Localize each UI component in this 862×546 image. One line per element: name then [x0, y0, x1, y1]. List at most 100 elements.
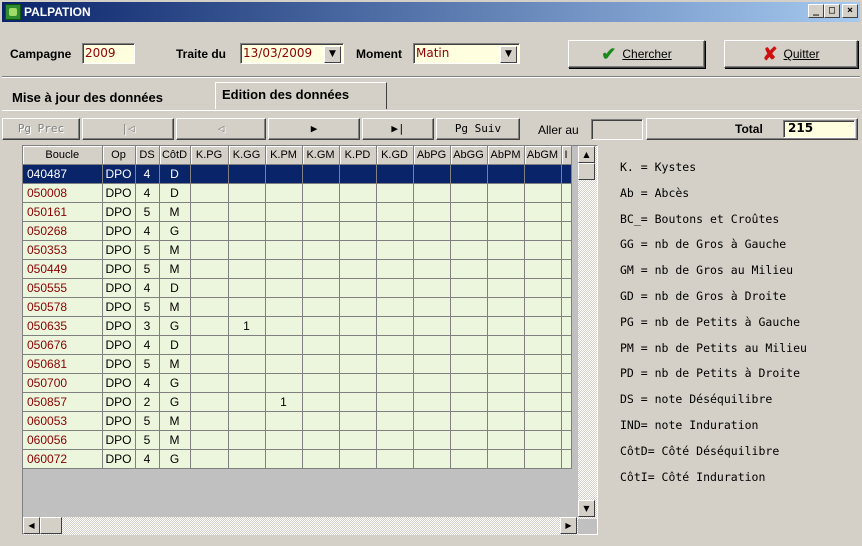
table-cell[interactable]: DPO	[102, 278, 136, 298]
table-cell[interactable]: G	[159, 449, 191, 469]
table-cell[interactable]	[228, 449, 266, 469]
column-header[interactable]: AbGM	[524, 146, 562, 165]
table-cell[interactable]	[450, 221, 488, 241]
table-cell[interactable]	[413, 316, 451, 336]
table-cell[interactable]: 5	[135, 259, 160, 279]
table-cell[interactable]: DPO	[102, 221, 136, 241]
table-cell[interactable]	[339, 373, 377, 393]
table-row[interactable]: 050676 DPO 4 D	[23, 335, 572, 355]
table-cell[interactable]	[190, 259, 229, 279]
table-cell[interactable]	[339, 240, 377, 260]
table-cell[interactable]	[413, 240, 451, 260]
table-cell[interactable]	[524, 297, 562, 317]
table-cell[interactable]	[265, 430, 303, 450]
prev-record-button[interactable]: ◁	[176, 118, 266, 140]
page-next-button[interactable]: Pg Suiv	[436, 118, 520, 140]
table-cell[interactable]	[302, 297, 340, 317]
table-cell[interactable]: DPO	[102, 354, 136, 374]
table-row[interactable]: 050681 DPO 5 M	[23, 354, 572, 374]
table-cell[interactable]	[265, 202, 303, 222]
table-cell[interactable]	[561, 183, 572, 203]
table-cell[interactable]	[376, 240, 414, 260]
tab-edition[interactable]: Edition des données	[215, 82, 387, 109]
table-cell[interactable]: M	[159, 259, 191, 279]
table-cell[interactable]	[339, 259, 377, 279]
table-cell[interactable]	[450, 297, 488, 317]
table-cell[interactable]	[561, 221, 572, 241]
table-cell[interactable]	[561, 373, 572, 393]
scroll-thumb[interactable]	[578, 163, 595, 180]
minimize-button[interactable]: _	[808, 4, 824, 18]
table-cell[interactable]	[190, 335, 229, 355]
table-cell[interactable]	[561, 392, 572, 412]
table-cell[interactable]: DPO	[102, 392, 136, 412]
table-cell[interactable]: M	[159, 240, 191, 260]
table-cell[interactable]	[376, 392, 414, 412]
table-cell[interactable]	[339, 354, 377, 374]
table-cell[interactable]	[190, 392, 229, 412]
table-cell[interactable]	[524, 259, 562, 279]
table-cell[interactable]	[561, 354, 572, 374]
table-cell[interactable]: DPO	[102, 430, 136, 450]
column-header[interactable]: AbPG	[413, 146, 451, 165]
table-cell[interactable]: 050268	[23, 221, 103, 241]
table-cell[interactable]	[228, 430, 266, 450]
table-cell[interactable]: 050681	[23, 354, 103, 374]
table-cell[interactable]	[524, 240, 562, 260]
table-cell[interactable]	[450, 240, 488, 260]
table-cell[interactable]	[228, 164, 266, 184]
table-cell[interactable]	[190, 278, 229, 298]
table-cell[interactable]	[302, 183, 340, 203]
table-cell[interactable]: 050676	[23, 335, 103, 355]
table-row[interactable]: 050635 DPO 3 G 1	[23, 316, 572, 336]
table-cell[interactable]	[190, 411, 229, 431]
maximize-button[interactable]: □	[824, 4, 840, 18]
column-header[interactable]: K.GD	[376, 146, 414, 165]
table-cell[interactable]	[524, 392, 562, 412]
table-cell[interactable]: G	[159, 392, 191, 412]
table-row[interactable]: 050857 DPO 2 G 1	[23, 392, 572, 412]
table-cell[interactable]	[450, 392, 488, 412]
column-header[interactable]: Op	[102, 146, 136, 165]
table-cell[interactable]: 060056	[23, 430, 103, 450]
table-cell[interactable]: 060072	[23, 449, 103, 469]
table-cell[interactable]	[339, 316, 377, 336]
column-header[interactable]: K.GM	[302, 146, 340, 165]
table-cell[interactable]	[450, 449, 488, 469]
table-cell[interactable]	[487, 392, 525, 412]
table-cell[interactable]	[487, 278, 525, 298]
table-cell[interactable]	[413, 373, 451, 393]
table-cell[interactable]	[524, 202, 562, 222]
table-cell[interactable]: 5	[135, 240, 160, 260]
table-cell[interactable]	[450, 430, 488, 450]
table-cell[interactable]	[413, 392, 451, 412]
table-cell[interactable]	[487, 202, 525, 222]
table-cell[interactable]	[302, 411, 340, 431]
table-cell[interactable]	[265, 449, 303, 469]
table-cell[interactable]	[561, 316, 572, 336]
column-header[interactable]: AbGG	[450, 146, 488, 165]
column-header[interactable]: CôtD	[159, 146, 191, 165]
table-cell[interactable]	[487, 221, 525, 241]
table-cell[interactable]: 4	[135, 373, 160, 393]
table-cell[interactable]: 4	[135, 164, 160, 184]
table-cell[interactable]	[413, 411, 451, 431]
table-cell[interactable]: 4	[135, 278, 160, 298]
table-cell[interactable]	[450, 164, 488, 184]
table-cell[interactable]	[524, 411, 562, 431]
column-header[interactable]: Boucle	[23, 146, 103, 165]
table-cell[interactable]	[561, 278, 572, 298]
aller-au-input[interactable]	[591, 119, 643, 140]
table-cell[interactable]	[265, 354, 303, 374]
table-cell[interactable]	[190, 297, 229, 317]
table-cell[interactable]: M	[159, 202, 191, 222]
table-cell[interactable]	[561, 164, 572, 184]
table-cell[interactable]: M	[159, 411, 191, 431]
first-record-button[interactable]: |◁	[82, 118, 174, 140]
page-prev-button[interactable]: Pg Prec	[2, 118, 80, 140]
table-cell[interactable]	[413, 449, 451, 469]
table-cell[interactable]	[302, 449, 340, 469]
table-cell[interactable]	[413, 221, 451, 241]
table-cell[interactable]	[265, 373, 303, 393]
table-cell[interactable]	[339, 164, 377, 184]
